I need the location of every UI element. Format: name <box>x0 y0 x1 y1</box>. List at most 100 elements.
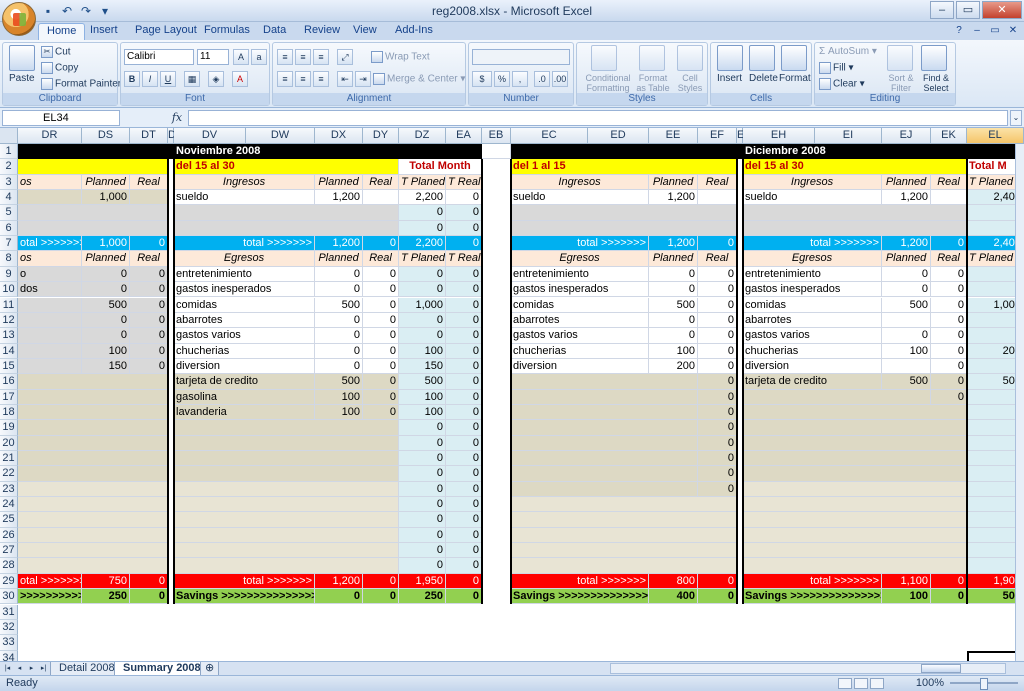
expense-label[interactable]: gasolina <box>174 389 315 405</box>
column-header-ef[interactable]: EF <box>698 128 737 144</box>
period-label-nov[interactable]: del 15 al 30 <box>174 159 399 175</box>
row-header-16[interactable]: 16 <box>0 374 18 390</box>
t-real-value[interactable]: 0 <box>446 328 482 344</box>
t-planed-value[interactable]: 100 <box>399 404 446 421</box>
real-value[interactable]: 0 <box>698 420 737 436</box>
real-header[interactable]: Real <box>698 251 737 267</box>
cell[interactable] <box>174 205 399 221</box>
row-header-10[interactable]: 10 <box>0 282 18 298</box>
real-value[interactable]: 0 <box>931 266 967 283</box>
section-header[interactable]: Ingresos <box>174 174 315 191</box>
row-header-22[interactable]: 22 <box>0 466 18 482</box>
t-planed-value[interactable]: 0 <box>399 328 446 344</box>
planned-value[interactable] <box>882 358 931 375</box>
column-header-ei[interactable]: EI <box>815 128 882 144</box>
planned-value[interactable]: 0 <box>649 328 698 344</box>
cell[interactable] <box>18 451 168 467</box>
cell[interactable] <box>482 144 511 160</box>
real-value[interactable]: 0 <box>363 328 399 344</box>
cell[interactable] <box>174 512 399 528</box>
savings-label[interactable]: Savings >>>>>>>>>>>>>>>>>>> <box>174 589 315 605</box>
zoom-slider[interactable] <box>950 678 1018 690</box>
column-header-dr[interactable]: DR <box>18 128 82 144</box>
t-planed-value[interactable]: 0 <box>399 282 446 298</box>
row-header-15[interactable]: 15 <box>0 358 18 375</box>
name-box[interactable]: EL34 <box>2 110 120 126</box>
planned-value[interactable]: 1,200 <box>649 190 698 206</box>
column-header-dx[interactable]: DX <box>315 128 363 144</box>
real-header[interactable]: Real <box>931 174 967 191</box>
real-value[interactable]: 0 <box>931 343 967 359</box>
t-real-header[interactable]: T Real <box>446 174 482 191</box>
cell[interactable] <box>174 527 399 544</box>
savings-t-planed[interactable]: 250 <box>399 589 446 605</box>
row-header-21[interactable]: 21 <box>0 451 18 467</box>
planned-header[interactable]: Planned <box>882 251 931 267</box>
expense-label[interactable]: abarrotes <box>743 312 882 329</box>
total-real[interactable]: 0 <box>931 236 967 252</box>
t-planed-value[interactable]: 100 <box>399 389 446 405</box>
real-header[interactable]: Real <box>363 251 399 267</box>
insert-cells-button[interactable]: Insert <box>717 73 742 84</box>
cell[interactable] <box>174 220 399 237</box>
planned-value[interactable]: 150 <box>82 358 130 375</box>
spreadsheet-grid[interactable]: DR DS DT D DV DW DX DY DZ EA EB EC ED EE EF E EH EI EJ EK EL… <box>0 128 1024 661</box>
real-value[interactable]: 0 <box>130 358 168 375</box>
grow-font-icon[interactable]: A <box>233 49 249 65</box>
row-header-8[interactable]: 8 <box>0 251 18 267</box>
real-value[interactable]: 0 <box>363 282 399 298</box>
cut-button[interactable]: ✂ Cut <box>41 46 71 58</box>
planned-value[interactable]: 0 <box>882 266 931 283</box>
t-planed-header[interactable]: T Planed <box>399 174 446 191</box>
cell[interactable] <box>931 190 967 206</box>
expense-label-cut[interactable] <box>18 343 82 359</box>
t-planed-value[interactable]: 0 <box>399 481 446 498</box>
bold-icon[interactable]: B <box>124 71 140 87</box>
row-header-33[interactable]: 33 <box>0 635 18 651</box>
paste-button[interactable]: Paste <box>9 73 35 84</box>
cell[interactable] <box>174 481 399 498</box>
planned-value[interactable]: 0 <box>649 282 698 298</box>
real-value[interactable]: 0 <box>130 266 168 283</box>
cell[interactable] <box>18 543 168 559</box>
planned-value[interactable]: 500 <box>82 297 130 313</box>
t-planed-value[interactable]: 500 <box>399 374 446 390</box>
last-sheet-icon[interactable]: ▸| <box>38 663 49 674</box>
t-planed-value[interactable]: 0 <box>399 497 446 513</box>
total-label[interactable]: total >>>>>>> <box>511 573 649 590</box>
tab-insert[interactable]: Insert <box>82 23 126 40</box>
t-real-value[interactable]: 0 <box>446 190 482 206</box>
cell[interactable] <box>698 190 737 206</box>
savings-label[interactable]: Savings >>>>>>>>>>>>>>>>>>> <box>511 589 649 605</box>
row-header-13[interactable]: 13 <box>0 328 18 344</box>
format-cells-button[interactable]: Format <box>779 73 811 84</box>
real-value[interactable]: 0 <box>363 312 399 329</box>
real-value[interactable]: 0 <box>363 358 399 375</box>
section-header[interactable]: Ingresos <box>743 174 882 191</box>
page-layout-view-icon[interactable] <box>854 678 868 689</box>
row-header-18[interactable]: 18 <box>0 404 18 421</box>
column-header-eh[interactable]: EH <box>743 128 815 144</box>
expense-label[interactable]: abarrotes <box>511 312 649 329</box>
real-header[interactable]: Real <box>698 174 737 191</box>
column-header-ee[interactable]: EE <box>649 128 698 144</box>
total-real[interactable]: 0 <box>130 236 168 252</box>
font-color-icon[interactable]: A <box>232 71 248 87</box>
total-real[interactable]: 0 <box>931 573 967 590</box>
cell[interactable] <box>174 543 399 559</box>
tab-review[interactable]: Review <box>296 23 348 40</box>
total-t-real[interactable]: 0 <box>446 236 482 252</box>
copy-button[interactable]: Copy <box>41 62 78 74</box>
planned-header[interactable]: Planned <box>82 174 130 191</box>
planned-value[interactable]: 1,200 <box>315 190 363 206</box>
cell-styles-icon[interactable] <box>677 45 703 71</box>
cell[interactable] <box>174 497 399 513</box>
shrink-font-icon[interactable]: a <box>251 49 267 65</box>
expense-label[interactable]: gastos varios <box>174 328 315 344</box>
planned-value[interactable]: 0 <box>82 282 130 298</box>
total-planned[interactable]: 1,200 <box>315 573 363 590</box>
column-header-ed[interactable]: ED <box>588 128 649 144</box>
row-header-29[interactable]: 29 <box>0 573 18 590</box>
cell[interactable] <box>743 558 967 574</box>
t-planed-value[interactable]: 0 <box>399 420 446 436</box>
